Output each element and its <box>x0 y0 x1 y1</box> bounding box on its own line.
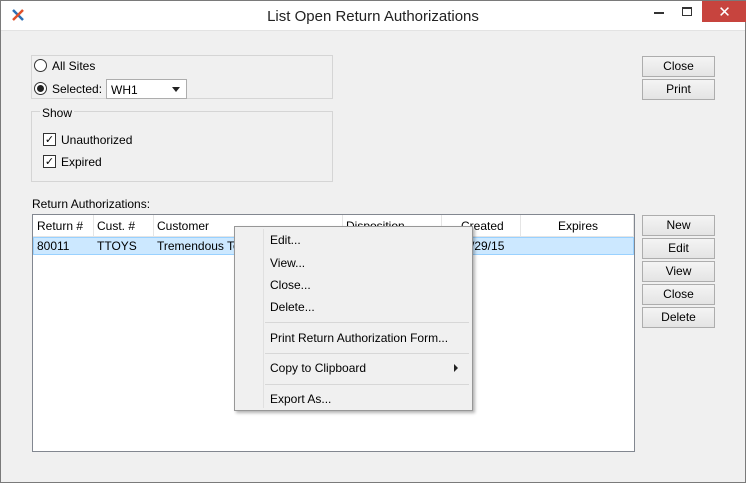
chevron-right-icon <box>454 364 458 372</box>
view-button[interactable]: View <box>642 261 715 282</box>
show-group: Show ✓ Unauthorized ✓ Expired <box>31 106 333 182</box>
chevron-down-icon <box>172 87 180 92</box>
column-header-expires[interactable]: Expires <box>520 215 634 237</box>
column-header-cust-no[interactable]: Cust. # <box>93 215 154 237</box>
checkmark-icon: ✓ <box>44 133 55 146</box>
expired-checkbox[interactable]: ✓ <box>43 155 56 168</box>
menu-item-edit[interactable]: Edit... <box>270 233 301 247</box>
menu-gutter <box>263 229 264 408</box>
site-select[interactable]: WH1 <box>106 79 187 99</box>
column-header-return[interactable]: Return # <box>33 215 94 237</box>
menu-item-view[interactable]: View... <box>270 256 305 270</box>
menu-item-copy-to-clipboard[interactable]: Copy to Clipboard <box>270 361 366 375</box>
cell-cust-no: TTOYS <box>97 239 137 253</box>
return-authorizations-title: Return Authorizations: <box>32 197 151 211</box>
minimize-icon <box>654 12 664 14</box>
context-menu: Edit... View... Close... Delete... Print… <box>234 226 473 411</box>
all-sites-radio[interactable] <box>34 59 47 72</box>
window-close-button[interactable]: ✕ <box>702 1 746 22</box>
edit-button[interactable]: Edit <box>642 238 715 259</box>
close-icon: ✕ <box>718 3 731 21</box>
minimize-button[interactable] <box>646 1 672 23</box>
menu-separator <box>265 322 469 323</box>
maximize-icon <box>682 7 692 16</box>
main-window: List Open Return Authorizations ✕ All Si… <box>0 0 746 483</box>
maximize-button[interactable] <box>674 1 700 23</box>
all-sites-label[interactable]: All Sites <box>52 59 95 73</box>
close-button[interactable]: Close <box>642 56 715 77</box>
title-bar[interactable]: List Open Return Authorizations ✕ <box>1 1 746 31</box>
selected-site-label[interactable]: Selected: <box>52 82 102 96</box>
site-select-value: WH1 <box>111 83 138 97</box>
menu-separator <box>265 384 469 385</box>
selected-site-radio[interactable] <box>34 82 47 95</box>
menu-item-export-as[interactable]: Export As... <box>270 392 331 406</box>
menu-item-delete[interactable]: Delete... <box>270 300 315 314</box>
window-title: List Open Return Authorizations <box>267 8 479 25</box>
close-item-button[interactable]: Close <box>642 284 715 305</box>
delete-button[interactable]: Delete <box>642 307 715 328</box>
print-button[interactable]: Print <box>642 79 715 100</box>
cell-created: /29/15 <box>471 239 505 253</box>
menu-item-close[interactable]: Close... <box>270 278 311 292</box>
show-group-title: Show <box>40 106 75 120</box>
menu-separator <box>265 353 469 354</box>
unauthorized-label[interactable]: Unauthorized <box>61 133 132 147</box>
cell-return-no: 80011 <box>37 239 70 253</box>
checkmark-icon: ✓ <box>44 155 55 168</box>
new-button[interactable]: New <box>642 215 715 236</box>
sites-group: All Sites Selected: WH1 <box>31 55 333 99</box>
cell-expires <box>554 238 614 254</box>
expired-label[interactable]: Expired <box>61 155 102 169</box>
menu-item-print-form[interactable]: Print Return Authorization Form... <box>270 331 448 345</box>
unauthorized-checkbox[interactable]: ✓ <box>43 133 56 146</box>
